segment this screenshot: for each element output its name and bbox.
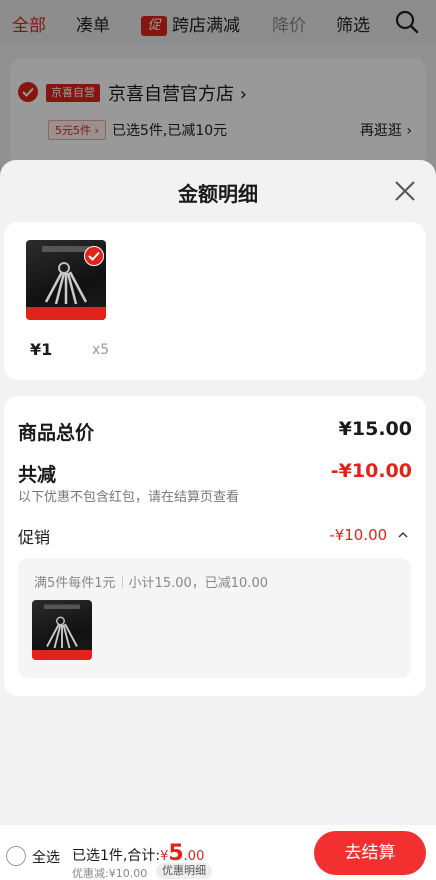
product-promo-strip [26,307,106,320]
product-price: ¥1 [30,340,53,359]
promo-value: -¥10.00 [329,526,388,544]
selected-prefix: 已选1件,合计: [72,848,161,864]
checkout-button[interactable]: 去结算 [314,831,426,875]
total-decimal: .00 [183,849,205,864]
sheet-title: 金额明细 [178,182,258,206]
discount-detail-button[interactable]: 优惠明细 [156,863,212,879]
divider [121,576,123,588]
amount-summary-card: 商品总价 ¥15.00 共减 -¥10.00 以下优惠不包含红包，请在结算页查看… [4,396,426,696]
bottom-bar: 全选 已选1件,合计:¥5.00 优惠减:¥10.00 优惠明细 去结算 [0,825,436,880]
product-promo-strip [32,650,92,660]
product-check-icon [84,246,104,266]
promo-product-thumbnail[interactable] [32,600,92,660]
discount-label: 共减 [18,464,57,486]
amount-detail-sheet: 金额明细 ¥1 x5 商品总价 ¥15.00 共减 -¥10.00 以下优惠不包… [0,160,436,880]
promo-subtotal: 小计15.00，已减10.00 [128,576,268,591]
total-label: 商品总价 [18,422,95,444]
product-thumbnail[interactable] [26,240,106,320]
promo-detail-box: 满5件每件1元 小计15.00，已减10.00 [18,558,411,678]
promo-toggle[interactable]: -¥10.00 [329,526,408,544]
promo-label: 促销 [18,528,51,547]
products-card: ¥1 x5 [4,222,426,380]
saved-amount: 优惠减:¥10.00 [72,867,148,880]
promo-rule: 满5件每件1元 [34,576,116,591]
discount-value: -¥10.00 [330,460,412,482]
total-value: ¥15.00 [338,418,412,440]
chevron-up-icon [398,532,408,538]
discount-note: 以下优惠不包含红包，请在结算页查看 [18,490,240,505]
promo-rule-line: 满5件每件1元 小计15.00，已减10.00 [34,572,268,591]
product-quantity: x5 [92,342,110,358]
select-all-label[interactable]: 全选 [32,847,60,867]
total-amount: ¥5.00 [160,841,205,866]
close-icon[interactable] [394,180,416,202]
select-all-radio[interactable] [6,846,26,866]
